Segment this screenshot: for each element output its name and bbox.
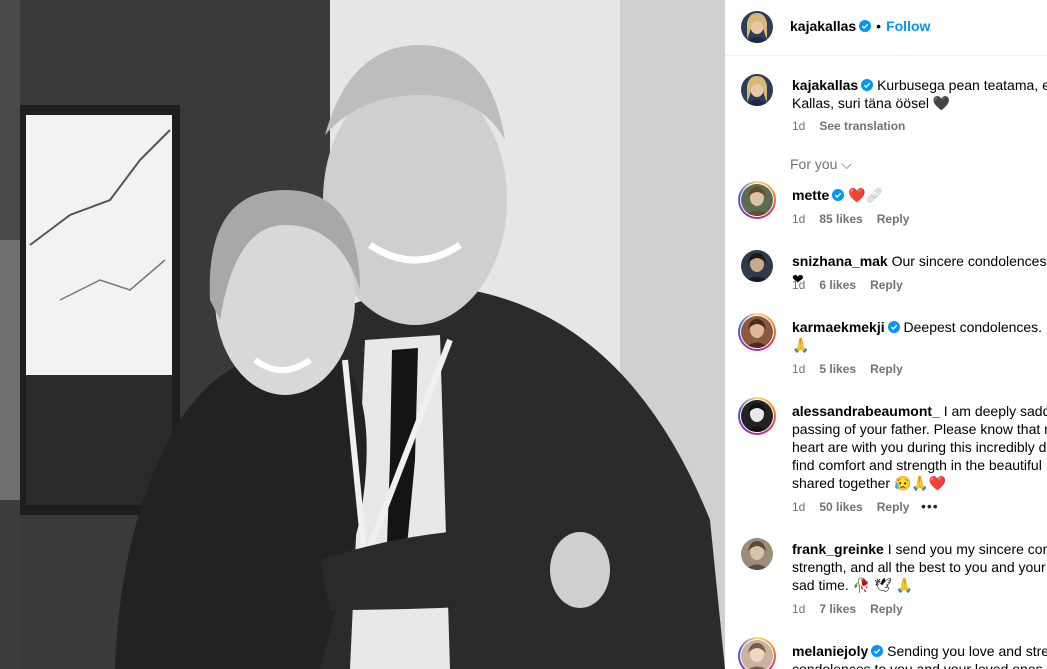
comment-likes[interactable]: 50 likes bbox=[819, 500, 862, 514]
header-username-row: kajakallas • Follow bbox=[790, 18, 930, 34]
commenter-avatar[interactable] bbox=[741, 316, 773, 348]
verified-badge-icon bbox=[871, 645, 884, 657]
follow-button[interactable]: Follow bbox=[886, 18, 930, 34]
comment-likes[interactable]: 6 likes bbox=[819, 278, 856, 292]
post-photo[interactable] bbox=[20, 0, 725, 669]
background-feed-strip bbox=[0, 0, 20, 669]
comment-text-block: karmaekmekji Deepest condolences. M 🙏 bbox=[792, 318, 1047, 354]
verified-badge-icon bbox=[887, 321, 900, 333]
author-username[interactable]: kajakallas bbox=[790, 18, 856, 34]
commenter-avatar[interactable] bbox=[741, 538, 773, 570]
caption-text-block: kajakallas Kurbusega pean teatama, et Ka… bbox=[792, 76, 1047, 112]
commenter-username[interactable]: mette bbox=[792, 187, 829, 203]
comment-meta: 1d 6 likes Reply bbox=[792, 278, 917, 292]
commenter-username[interactable]: snizhana_mak bbox=[792, 253, 888, 269]
comment-text-block: frank_greinke I send you my sincere cond… bbox=[792, 540, 1047, 594]
caption-meta: 1d See translation bbox=[792, 119, 919, 133]
commenter-avatar[interactable] bbox=[741, 640, 773, 669]
comment-text: ❤️🩹 bbox=[848, 187, 884, 203]
commenter-avatar[interactable] bbox=[741, 250, 773, 282]
verified-badge-icon bbox=[861, 79, 874, 91]
comment-likes[interactable]: 7 likes bbox=[819, 602, 856, 616]
commenter-username[interactable]: frank_greinke bbox=[792, 541, 884, 557]
commenter-username[interactable]: melaniejoly bbox=[792, 643, 868, 659]
comment-text-block: alessandrabeaumont_ I am deeply sadde pa… bbox=[792, 402, 1047, 492]
post-header: kajakallas • Follow bbox=[725, 0, 1047, 56]
reply-button[interactable]: Reply bbox=[870, 602, 903, 616]
comment-meta: 1d 5 likes Reply bbox=[792, 362, 917, 376]
author-avatar[interactable] bbox=[741, 11, 773, 43]
see-translation-link[interactable]: See translation bbox=[819, 119, 905, 133]
commenter-username[interactable]: alessandrabeaumont_ bbox=[792, 403, 940, 419]
verified-badge-icon bbox=[859, 20, 872, 32]
comment-filter-dropdown[interactable]: For you ⌵ bbox=[790, 156, 852, 173]
comment-likes[interactable]: 5 likes bbox=[819, 362, 856, 376]
caption-username[interactable]: kajakallas bbox=[792, 77, 858, 93]
comment-age: 1d bbox=[792, 362, 806, 376]
reply-button[interactable]: Reply bbox=[870, 278, 903, 292]
separator-dot: • bbox=[876, 18, 882, 34]
comment-age: 1d bbox=[792, 500, 806, 514]
caption-author-avatar[interactable] bbox=[741, 74, 773, 106]
post-photo-image bbox=[20, 0, 725, 669]
commenter-username[interactable]: karmaekmekji bbox=[792, 319, 885, 335]
reply-button[interactable]: Reply bbox=[870, 362, 903, 376]
comment-meta: 1d 50 likes Reply bbox=[792, 500, 923, 514]
caption-age: 1d bbox=[792, 119, 806, 133]
verified-badge-icon bbox=[832, 189, 845, 201]
comment-likes[interactable]: 85 likes bbox=[819, 212, 862, 226]
comment-options-icon[interactable]: ••• bbox=[921, 498, 939, 514]
reply-button[interactable]: Reply bbox=[877, 500, 910, 514]
comment-age: 1d bbox=[792, 278, 806, 292]
comment-age: 1d bbox=[792, 212, 806, 226]
comment-meta: 1d 85 likes Reply bbox=[792, 212, 923, 226]
commenter-avatar[interactable] bbox=[741, 400, 773, 432]
story-ring[interactable] bbox=[738, 313, 776, 351]
comment-text-block: mette ❤️🩹 bbox=[792, 186, 1047, 204]
story-ring[interactable] bbox=[738, 181, 776, 219]
story-ring[interactable] bbox=[738, 637, 776, 669]
comment-text-block: melaniejoly Sending you love and stren c… bbox=[792, 642, 1047, 669]
comment-age: 1d bbox=[792, 602, 806, 616]
commenter-avatar[interactable] bbox=[741, 184, 773, 216]
comment-meta: 1d 7 likes Reply bbox=[792, 602, 917, 616]
story-ring[interactable] bbox=[738, 397, 776, 435]
reply-button[interactable]: Reply bbox=[877, 212, 910, 226]
comments-panel: kajakallas • Follow kajakallas Kurbusega p… bbox=[725, 0, 1047, 669]
